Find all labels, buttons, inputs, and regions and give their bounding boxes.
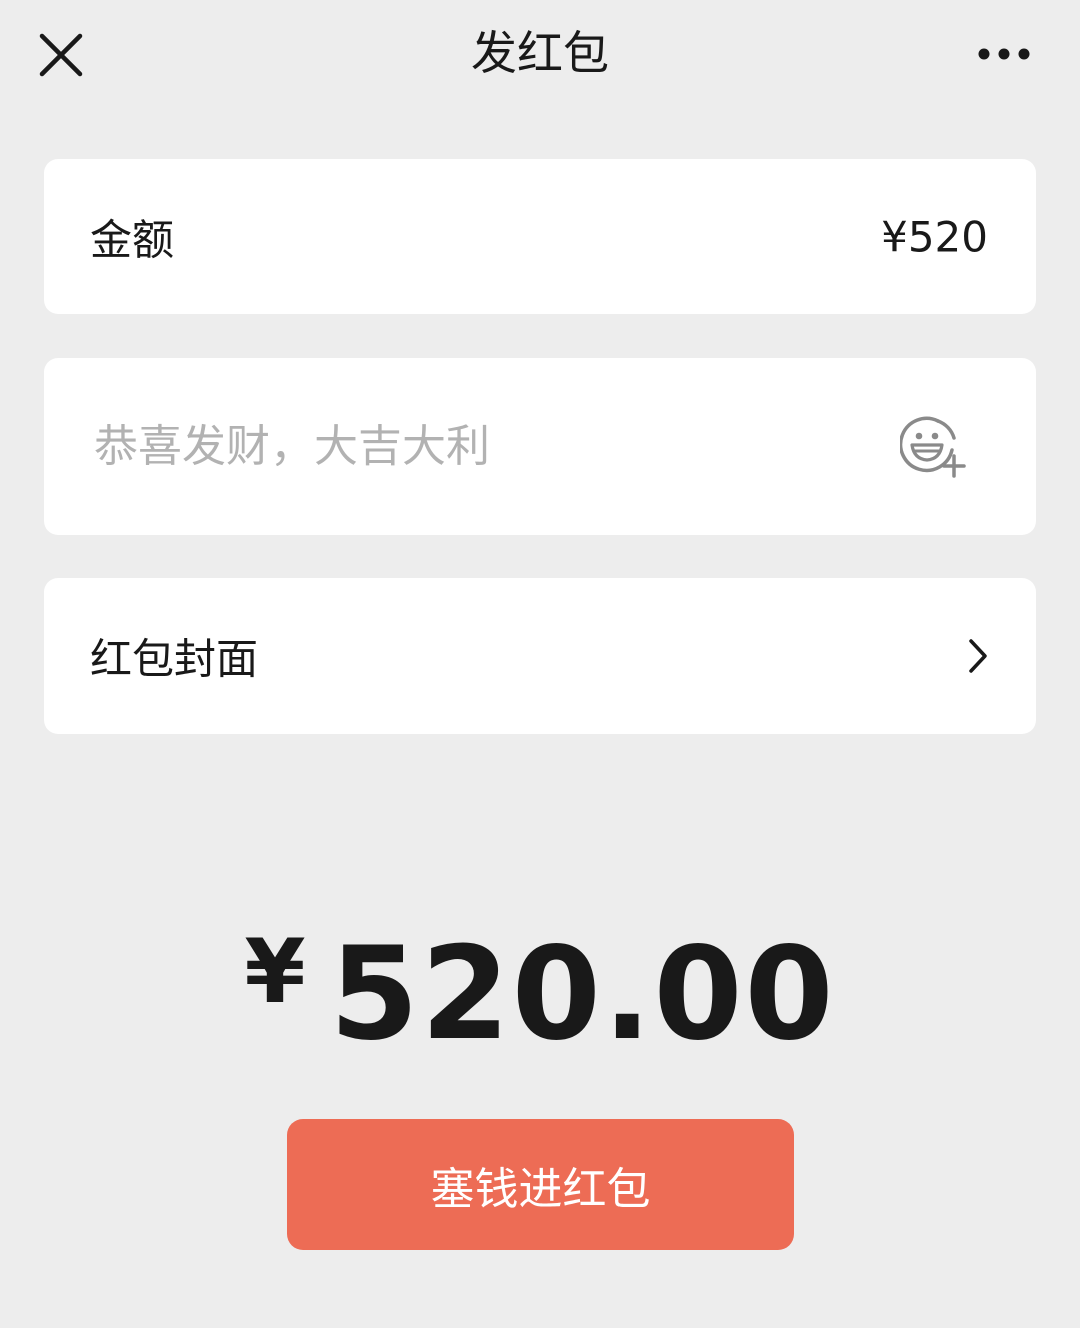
cover-row[interactable]: 红包封面 [44, 578, 1036, 734]
top-bar: 发红包 [0, 0, 1080, 110]
greeting-input[interactable] [94, 411, 874, 482]
page-title: 发红包 [471, 26, 609, 80]
greeting-row [44, 358, 1036, 535]
more-dots-icon [978, 48, 1030, 60]
amount-label: 金额 [90, 215, 175, 264]
emoji-add-icon [898, 416, 966, 478]
total-amount-display: ¥520.00 [0, 920, 1080, 1069]
more-button[interactable] [972, 30, 1036, 78]
chevron-right-icon [966, 636, 990, 676]
amount-value[interactable]: ¥520 [881, 212, 988, 261]
cover-label: 红包封面 [90, 634, 259, 684]
emoji-button[interactable] [898, 414, 972, 480]
total-currency-symbol: ¥ [244, 920, 306, 1023]
total-amount-value: 520.00 [329, 920, 836, 1069]
send-red-packet-button[interactable]: 塞钱进红包 [287, 1119, 794, 1250]
amount-row[interactable]: 金额 ¥520 [44, 159, 1036, 314]
